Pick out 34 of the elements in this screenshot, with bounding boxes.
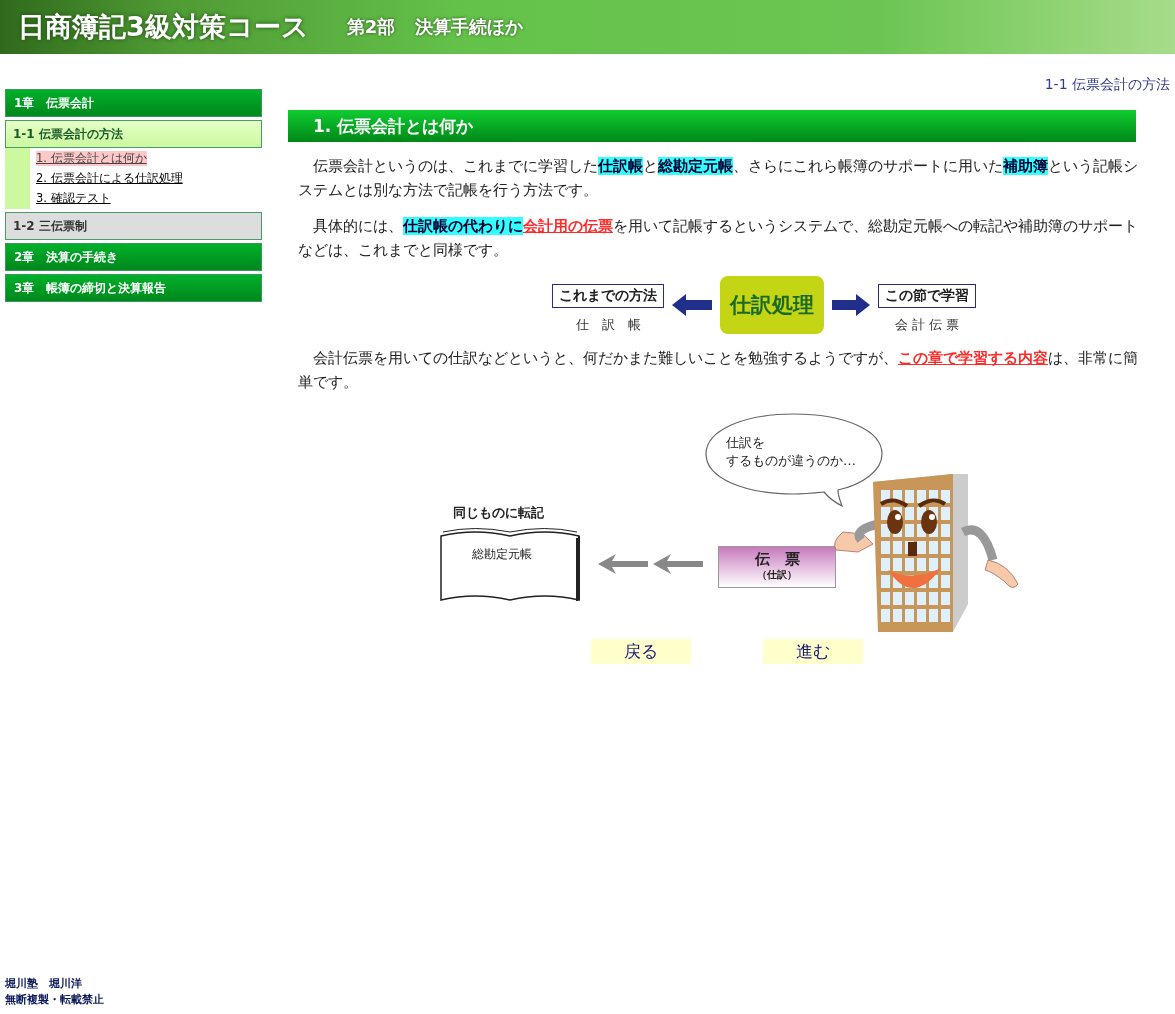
footer-text: 堀川塾 堀川洋 bbox=[5, 976, 83, 992]
paragraph: 会計伝票を用いての仕訳などというと、何だかまた難しいことを勉強するようですが、この章で学習する内容は、非常に簡単です。 bbox=[298, 348, 1139, 393]
chapter-link[interactable]: 2章 決算の手続き bbox=[5, 243, 262, 271]
part-title: 決算手続ほか bbox=[415, 15, 524, 39]
label-box: この節で学習 bbox=[878, 284, 976, 308]
right-arrow-icon bbox=[832, 294, 870, 316]
voucher-slip: 伝 票 （仕訳） bbox=[718, 546, 836, 588]
illustration-caption: 同じものに転記 bbox=[453, 504, 544, 522]
left-arrow-icon bbox=[672, 294, 712, 316]
left-arrow-icon bbox=[653, 554, 703, 574]
ledger-book: 総勘定元帳 bbox=[440, 528, 580, 604]
breadcrumb: 1-1 伝票会計の方法 bbox=[1044, 76, 1170, 94]
chapter-link[interactable]: 3章 帳簿の締切と決算報告 bbox=[5, 274, 262, 302]
lesson-link[interactable]: 3. 確認テスト bbox=[36, 191, 111, 206]
left-arrow-icon bbox=[598, 554, 648, 574]
label-box: これまでの方法 bbox=[552, 284, 664, 308]
caption: 会 計 伝 票 bbox=[894, 316, 960, 334]
section-link[interactable]: 1-1 伝票会計の方法 bbox=[5, 120, 262, 148]
paragraph: 伝票会計というのは、これまでに学習した仕訳帳と総勘定元帳、さらにこれら帳簿のサポートに用いた補助簿という記帳システムとは別な方法で記帳を行う方法です。 bbox=[298, 156, 1139, 201]
caption: 仕 訳 帳 bbox=[575, 316, 641, 334]
paragraph: 具体的には、仕訳帳の代わりに会計用の伝票を用いて記帳するというシステムで、総勘定元帳への転記や補助簿のサポートなどは、これまでと同様です。 bbox=[298, 216, 1139, 261]
speech-text: 仕訳を するものが違うのか… bbox=[726, 434, 856, 470]
nav-button[interactable]: 進む bbox=[763, 639, 863, 664]
footer-text: 無断複製・転載禁止 bbox=[5, 992, 105, 1008]
section-link[interactable]: 1-2 三伝票制 bbox=[5, 212, 262, 240]
subsection-bar bbox=[5, 148, 30, 209]
part-label: 第2部 bbox=[346, 15, 396, 39]
chapter-link[interactable]: 1章 伝票会計 bbox=[5, 89, 262, 117]
nav-button[interactable]: 戻る bbox=[591, 639, 691, 664]
lesson-link[interactable]: 1. 伝票会計とは何か bbox=[36, 151, 147, 166]
process-box: 仕訳処理 bbox=[720, 276, 824, 334]
lesson-link[interactable]: 2. 伝票会計による仕訳処理 bbox=[36, 171, 183, 186]
section-heading: 1. 伝票会計とは何か bbox=[288, 110, 1136, 142]
site-title: 日商簿記3級対策コース bbox=[18, 10, 309, 44]
